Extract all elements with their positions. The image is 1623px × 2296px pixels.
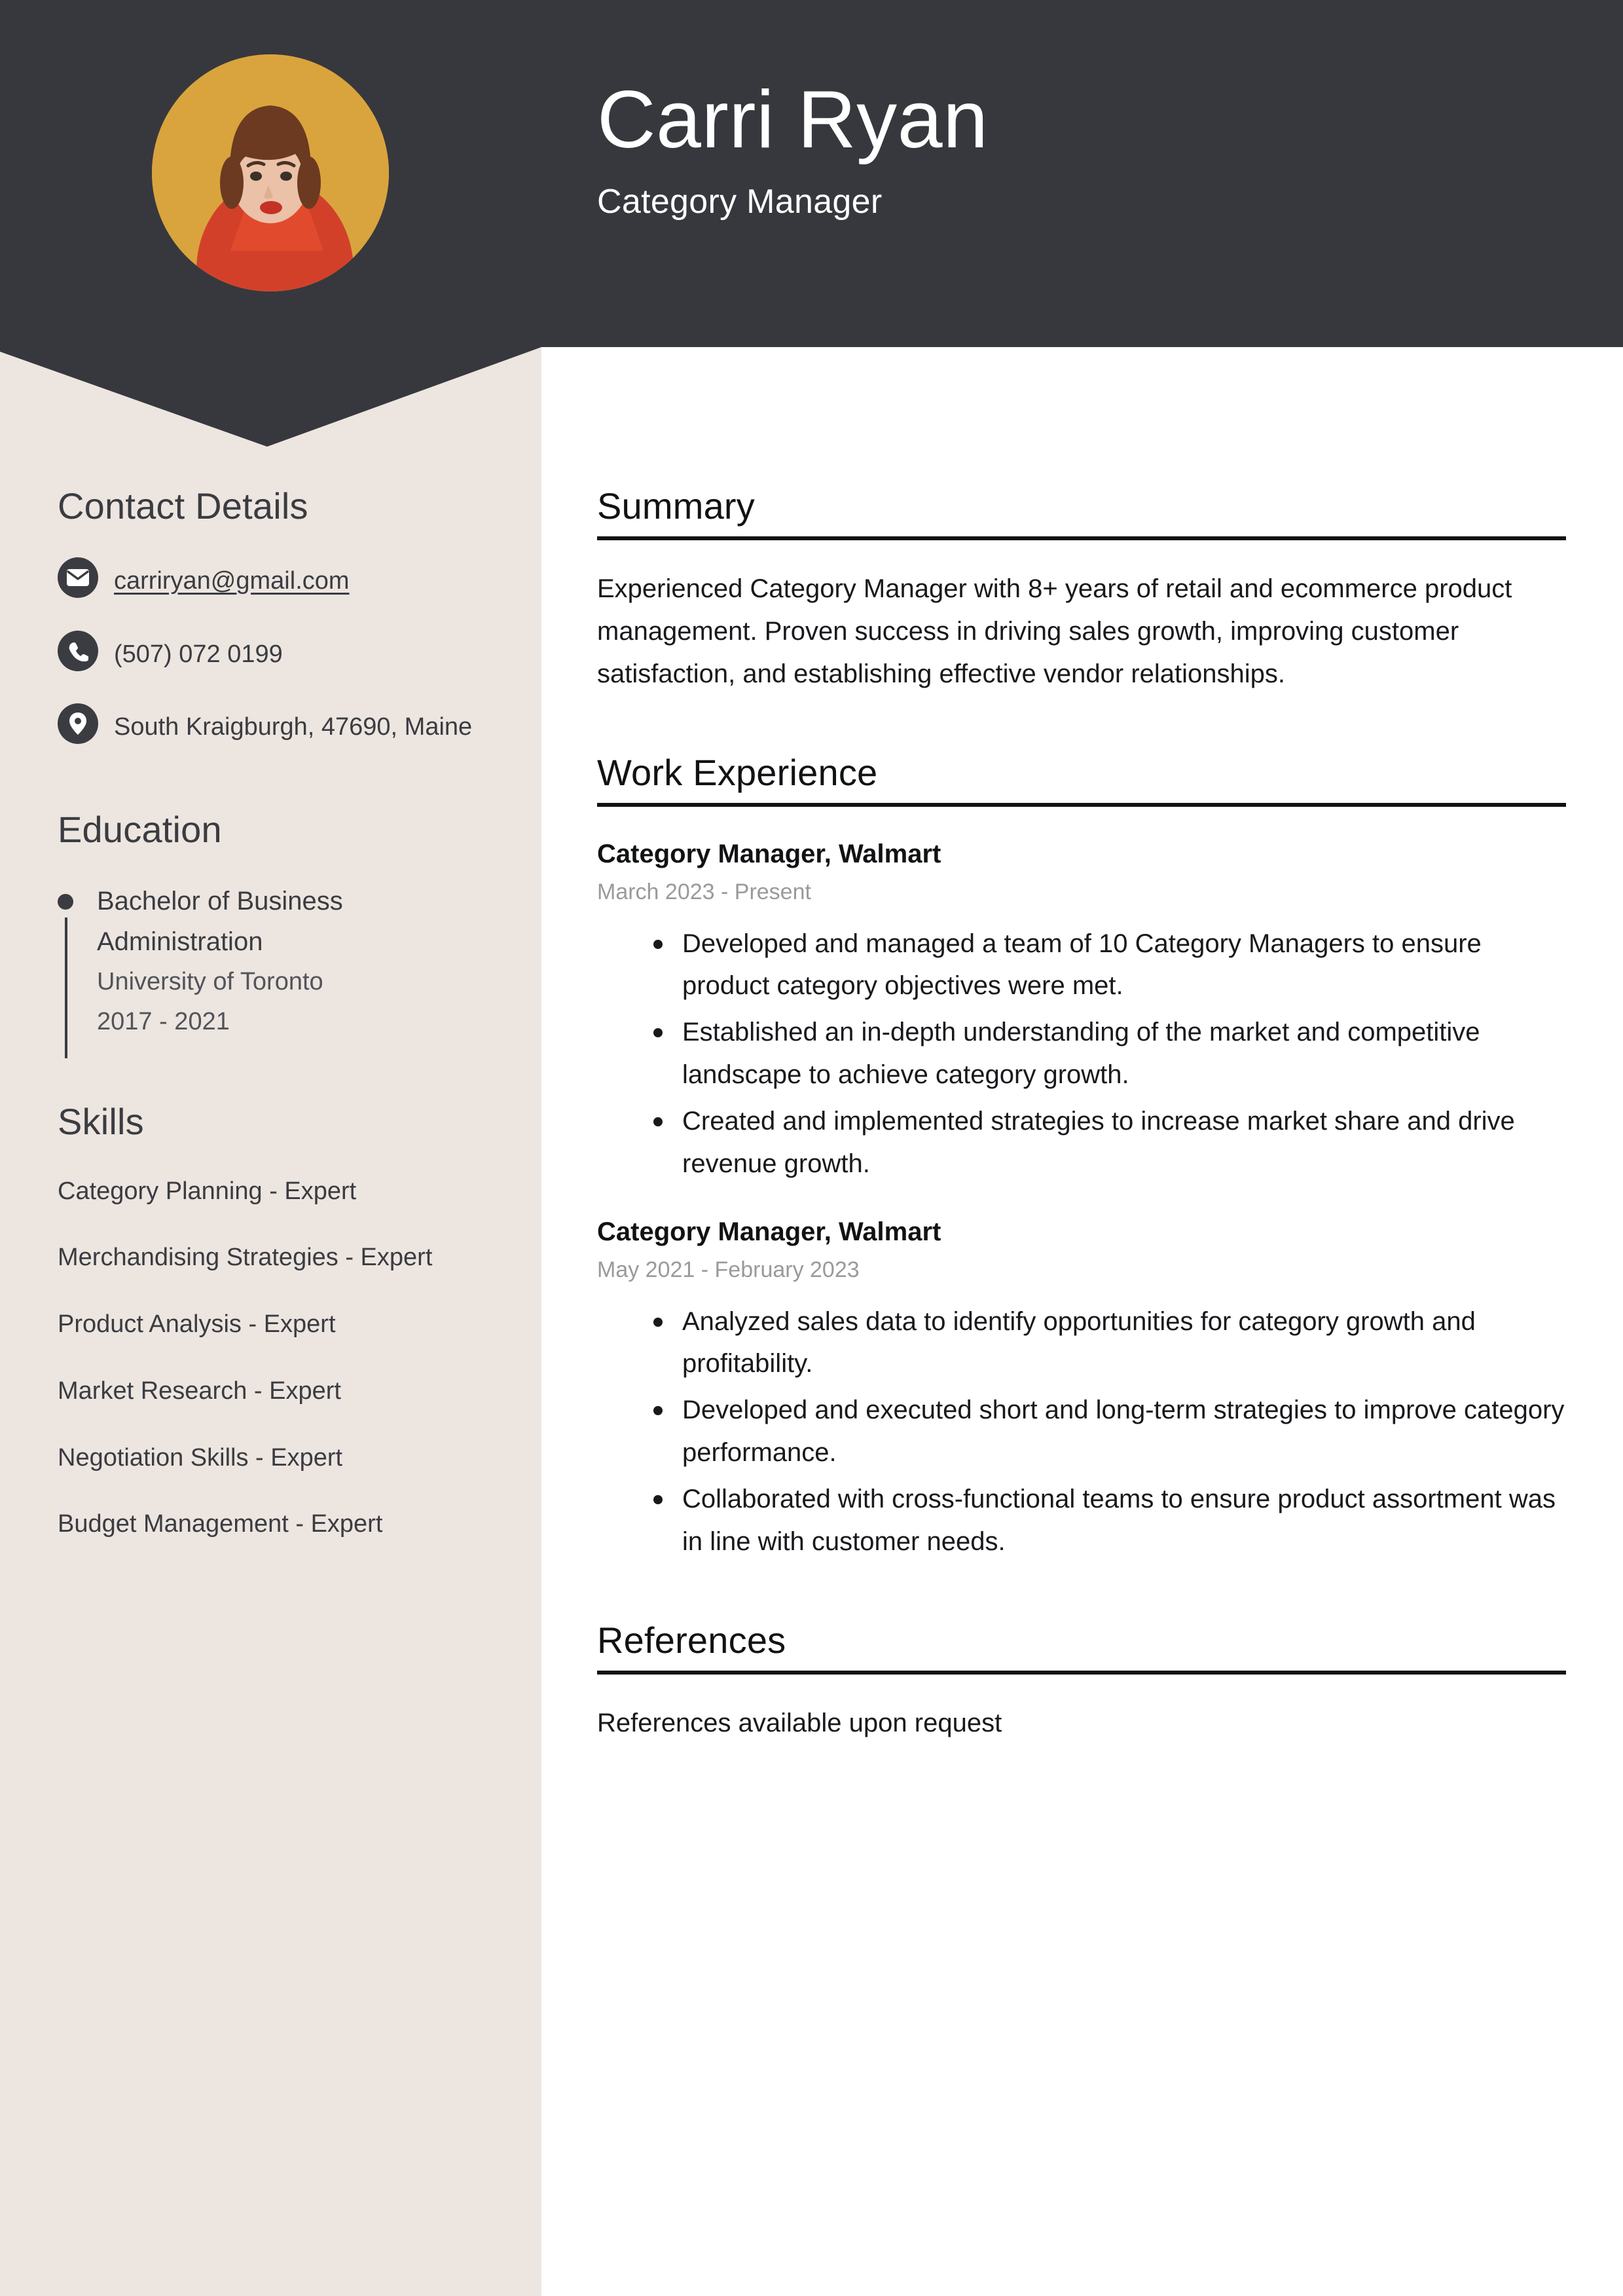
resume-header: Carri Ryan Category Manager [0, 0, 1623, 447]
education-heading: Education [58, 808, 222, 850]
summary-rule [597, 536, 1566, 540]
header-text-block: Carri Ryan Category Manager [597, 77, 989, 221]
contact-details-section: Contact Details carriryan@gmail.com (507… [58, 485, 489, 748]
sidebar: Contact Details carriryan@gmail.com (507… [0, 485, 541, 1572]
job-title: Category Manager, Walmart [597, 1217, 941, 1247]
references-text: References available upon request [597, 1709, 1002, 1738]
job-entry: Category Manager, Walmart March 2023 - P… [597, 837, 1566, 1185]
education-degree: Bachelor of Business Administration [97, 886, 343, 956]
skill-item: Market Research - Expert [58, 1377, 341, 1405]
person-name: Carri Ryan [597, 75, 989, 165]
education-section: Education Bachelor of Business Administr… [58, 808, 489, 1058]
education-dates: 2017 - 2021 [97, 1008, 230, 1036]
profile-photo [152, 54, 389, 291]
skill-item: Merchandising Strategies - Expert [58, 1244, 433, 1272]
references-rule [597, 1671, 1566, 1675]
avatar [152, 54, 389, 291]
job-bullet: Developed and executed short and long-te… [653, 1389, 1566, 1474]
job-dates: March 2023 - Present [597, 880, 811, 905]
work-experience-rule [597, 803, 1566, 807]
references-heading: References [597, 1620, 786, 1661]
work-experience-heading: Work Experience [597, 752, 878, 794]
contact-email-value[interactable]: carriryan@gmail.com [114, 557, 350, 602]
education-item: Bachelor of Business Administration Univ… [58, 881, 489, 1058]
job-bullet: Established an in-depth understanding of… [653, 1011, 1566, 1096]
skill-item: Budget Management - Expert [58, 1510, 383, 1538]
job-bullet: Developed and managed a team of 10 Categ… [653, 923, 1566, 1008]
summary-heading: Summary [597, 485, 755, 527]
job-bullet: Analyzed sales data to identify opportun… [653, 1301, 1566, 1386]
summary-text: Experienced Category Manager with 8+ yea… [597, 574, 1512, 688]
contact-address-value[interactable]: South Kraigburgh, 47690, Maine [114, 703, 472, 748]
job-bullet: Created and implemented strategies to in… [653, 1100, 1566, 1185]
job-entry: Category Manager, Walmart May 2021 - Feb… [597, 1215, 1566, 1563]
resume-page: Carri Ryan Category Manager Contact Deta… [0, 0, 1623, 2296]
contact-phone-value[interactable]: (507) 072 0199 [114, 631, 283, 675]
skill-item: Product Analysis - Expert [58, 1310, 336, 1339]
skills-section: Skills Category Planning - Expert Mercha… [58, 1100, 489, 1544]
work-experience-section: Work Experience Category Manager, Walmar… [597, 751, 1566, 1563]
main-content: Summary Experienced Category Manager wit… [597, 485, 1566, 1745]
job-dates: May 2021 - February 2023 [597, 1257, 860, 1283]
job-title: Category Manager, Walmart [597, 840, 941, 869]
education-timeline-line [65, 917, 67, 1058]
summary-section: Summary Experienced Category Manager wit… [597, 485, 1566, 695]
person-role: Category Manager [597, 183, 883, 221]
contact-item-email[interactable]: carriryan@gmail.com [58, 557, 489, 602]
references-section: References References available upon req… [597, 1619, 1566, 1745]
envelope-icon [58, 557, 98, 598]
job-bullet: Collaborated with cross-functional teams… [653, 1478, 1566, 1563]
job-bullets: Analyzed sales data to identify opportun… [597, 1301, 1566, 1563]
education-school: University of Toronto [97, 967, 323, 995]
education-bullet-icon [58, 893, 73, 910]
skills-heading: Skills [58, 1100, 144, 1142]
skill-item: Negotiation Skills - Expert [58, 1443, 343, 1472]
map-pin-icon [58, 703, 98, 745]
contact-item-address[interactable]: South Kraigburgh, 47690, Maine [58, 703, 489, 748]
contact-item-phone[interactable]: (507) 072 0199 [58, 630, 489, 675]
contact-details-heading: Contact Details [58, 485, 308, 527]
phone-icon [58, 630, 98, 671]
skills-list: Category Planning - Expert Merchandising… [58, 1173, 489, 1544]
job-bullets: Developed and managed a team of 10 Categ… [597, 923, 1566, 1185]
contact-list: carriryan@gmail.com (507) 072 0199 South… [58, 557, 489, 748]
skill-item: Category Planning - Expert [58, 1177, 357, 1205]
